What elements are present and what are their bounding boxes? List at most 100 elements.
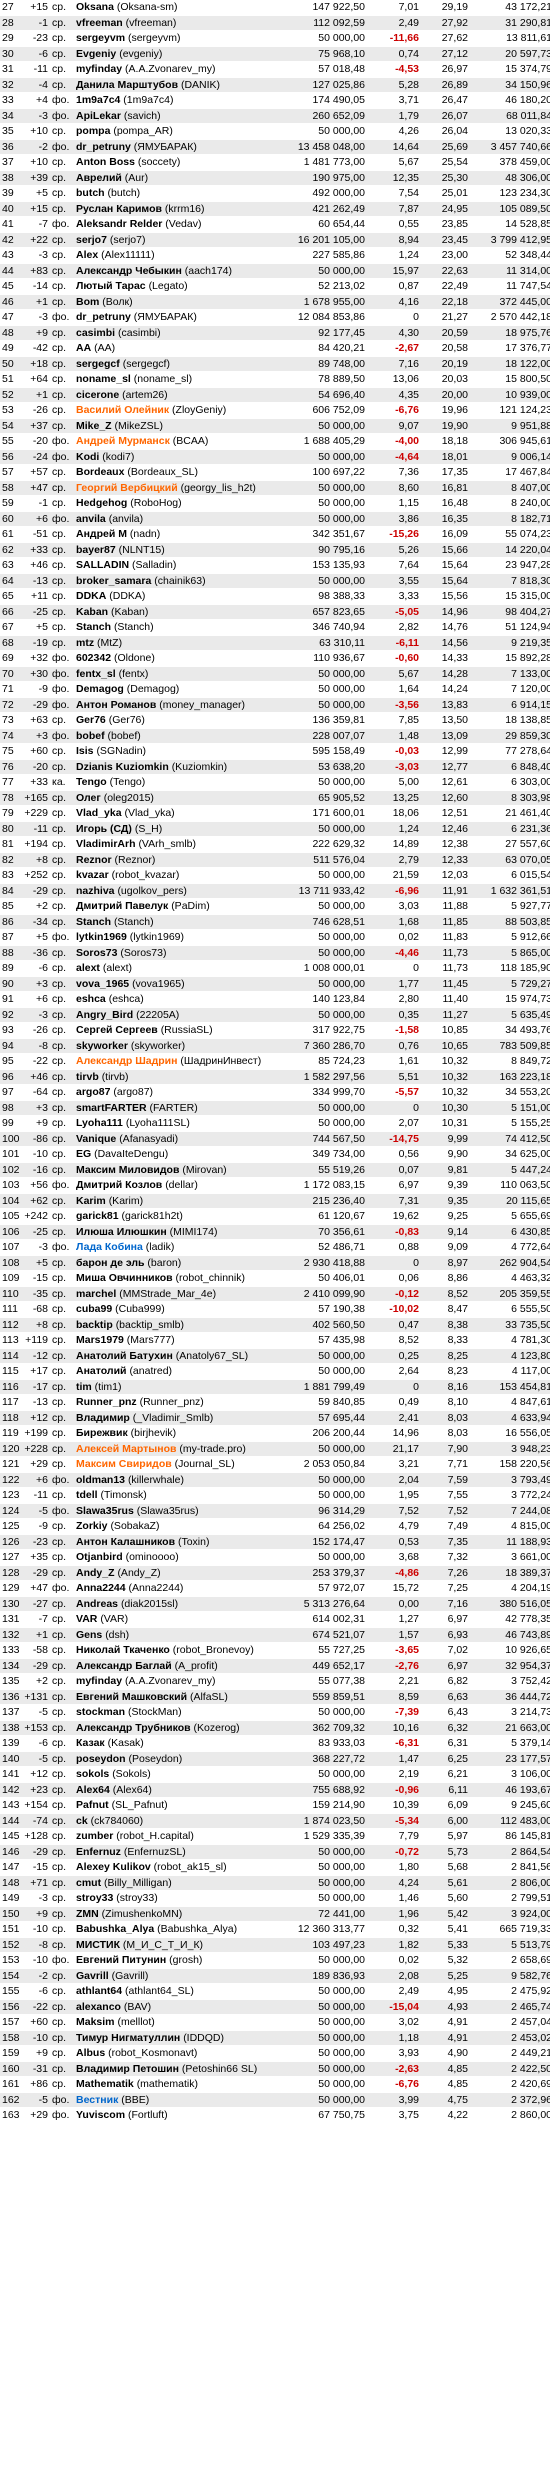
participant-name-link[interactable]: Oksana (76, 1, 114, 13)
participant-name-link[interactable]: Bordeaux (76, 466, 124, 478)
participant-name-link[interactable]: Алексей Мартынов (76, 1443, 176, 1455)
participant-name-link[interactable]: Владимир Петошин (76, 2063, 179, 2075)
participant-name-link[interactable]: Антон Романов (76, 699, 156, 711)
participant-name-link[interactable]: zumber (76, 1830, 113, 1842)
participant-name-link[interactable]: Vlad_yka (76, 807, 122, 819)
participant-name-link[interactable]: Alex64 (76, 1784, 110, 1796)
participant-name-link[interactable]: poseydon (76, 1753, 126, 1765)
participant-name-link[interactable]: Илюша Илюшкин (76, 1226, 167, 1238)
participant-name-link[interactable]: Андрей Мурманск (76, 435, 170, 447)
participant-name-link[interactable]: myfinday (76, 1675, 122, 1687)
participant-name-link[interactable]: Владимир (76, 1412, 130, 1424)
participant-name-link[interactable]: dr_petruny (76, 311, 131, 323)
participant-name-link[interactable]: ZMN (76, 1908, 99, 1920)
participant-name-link[interactable]: Angry_Bird (76, 1009, 133, 1021)
participant-name-link[interactable]: Анатолий (76, 1365, 127, 1377)
participant-name-link[interactable]: ApiLekar (76, 110, 121, 122)
participant-name-link[interactable]: Enfernuz (76, 1846, 121, 1858)
participant-name-link[interactable]: ck (76, 1815, 88, 1827)
participant-name-link[interactable]: bobef (76, 730, 105, 742)
participant-name-link[interactable]: vova_1965 (76, 978, 129, 990)
participant-name-link[interactable]: alexanco (76, 2001, 121, 2013)
participant-name-link[interactable]: Александр Баглай (76, 1660, 172, 1672)
participant-name-link[interactable]: stockman (76, 1706, 125, 1718)
participant-name-link[interactable]: Евгений Питунин (76, 1954, 166, 1966)
participant-name-link[interactable]: pompa (76, 125, 110, 137)
participant-name-link[interactable]: Bom (76, 296, 99, 308)
participant-name-link[interactable]: Руслан Каримов (76, 203, 162, 215)
participant-name-link[interactable]: cmut (76, 1877, 101, 1889)
participant-name-link[interactable]: Zorkiy (76, 1520, 108, 1532)
participant-name-link[interactable]: Александр Шадрин (76, 1055, 177, 1067)
participant-name-link[interactable]: nazhiva (76, 885, 115, 897)
participant-name-link[interactable]: Andy_Z (76, 1567, 115, 1579)
participant-name-link[interactable]: vfreeman (76, 17, 123, 29)
participant-name-link[interactable]: garick81 (76, 1210, 119, 1222)
participant-name-link[interactable]: барон де эль (76, 1257, 145, 1269)
participant-name-link[interactable]: Александр Чебыкин (76, 265, 182, 277)
participant-name-link[interactable]: Pafnut (76, 1799, 109, 1811)
participant-name-link[interactable]: МИСТИК (76, 1939, 120, 1951)
participant-name-link[interactable]: Yuviscom (76, 2109, 125, 2121)
participant-name-link[interactable]: Аврелий (76, 172, 122, 184)
participant-name-link[interactable]: smartFARTER (76, 1102, 147, 1114)
participant-name-link[interactable]: broker_samara (76, 575, 151, 587)
participant-name-link[interactable]: Albus (76, 2047, 105, 2059)
participant-name-link[interactable]: AA (76, 342, 91, 354)
participant-name-link[interactable]: Anton Boss (76, 156, 135, 168)
participant-name-link[interactable]: Stanch (76, 621, 111, 633)
participant-name-link[interactable]: Slawa35rus (76, 1505, 134, 1517)
participant-name-link[interactable]: Reznor (76, 854, 112, 866)
participant-name-link[interactable]: sergeyvm (76, 32, 125, 44)
participant-name-link[interactable]: DDKA (76, 590, 106, 602)
participant-name-link[interactable]: 1m9a7c4 (76, 94, 120, 106)
participant-name-link[interactable]: athlant64 (76, 1985, 122, 1997)
participant-name-link[interactable]: Maksim (76, 2016, 115, 2028)
participant-name-link[interactable]: eshca (76, 993, 106, 1005)
participant-name-link[interactable]: cuba99 (76, 1303, 112, 1315)
participant-name-link[interactable]: Олег (76, 792, 101, 804)
participant-name-link[interactable]: mtz (76, 637, 94, 649)
participant-name-link[interactable]: Karim (76, 1195, 106, 1207)
participant-name-link[interactable]: Антон Калашников (76, 1536, 175, 1548)
participant-name-link[interactable]: Hedgehog (76, 497, 127, 509)
participant-name-link[interactable]: Анатолий Батухин (76, 1350, 173, 1362)
participant-name-link[interactable]: Otjanbird (76, 1551, 123, 1563)
participant-name-link[interactable]: anvila (76, 513, 106, 525)
participant-name-link[interactable]: Бирежвик (76, 1427, 128, 1439)
participant-name-link[interactable]: Лада Кобина (76, 1241, 143, 1253)
participant-name-link[interactable]: bayer87 (76, 544, 116, 556)
participant-name-link[interactable]: Isis (76, 745, 94, 757)
participant-name-link[interactable]: Ger76 (76, 714, 106, 726)
participant-name-link[interactable]: Евгений Машковский (76, 1691, 187, 1703)
participant-name-link[interactable]: cicerone (76, 389, 119, 401)
participant-name-link[interactable]: Soros73 (76, 947, 117, 959)
participant-name-link[interactable]: Kodi (76, 451, 99, 463)
participant-name-link[interactable]: Gens (76, 1629, 102, 1641)
participant-name-link[interactable]: serjo7 (76, 234, 107, 246)
participant-name-link[interactable]: backtip (76, 1319, 113, 1331)
participant-name-link[interactable]: fentx_sl (76, 668, 116, 680)
participant-name-link[interactable]: Babushka_Alya (76, 1923, 154, 1935)
participant-name-link[interactable]: Казак (76, 1737, 105, 1749)
participant-name-link[interactable]: sokols (76, 1768, 109, 1780)
participant-name-link[interactable]: Anna2244 (76, 1582, 126, 1594)
participant-name-link[interactable]: Mars1979 (76, 1334, 124, 1346)
participant-name-link[interactable]: Kaban (76, 606, 108, 618)
participant-name-link[interactable]: argo87 (76, 1086, 110, 1098)
participant-name-link[interactable]: tim (76, 1381, 92, 1393)
participant-name-link[interactable]: noname_sl (76, 373, 131, 385)
participant-name-link[interactable]: sergegcf (76, 358, 120, 370)
participant-name-link[interactable]: dr_petruny (76, 141, 131, 153)
participant-name-link[interactable]: Василий Олейник (76, 404, 169, 416)
participant-name-link[interactable]: myfinday (76, 63, 122, 75)
participant-name-link[interactable]: stroy33 (76, 1892, 113, 1904)
participant-name-link[interactable]: Дмитрий Козлов (76, 1179, 162, 1191)
participant-name-link[interactable]: alext (76, 962, 100, 974)
participant-name-link[interactable]: Stanch (76, 916, 111, 928)
participant-name-link[interactable]: Георгий Вербицкий (76, 482, 178, 494)
participant-name-link[interactable]: Gavrill (76, 1970, 109, 1982)
participant-name-link[interactable]: Mike_Z (76, 420, 112, 432)
participant-name-link[interactable]: Тимур Нигматуллин (76, 2032, 180, 2044)
participant-name-link[interactable]: Вестник (76, 2094, 118, 2106)
